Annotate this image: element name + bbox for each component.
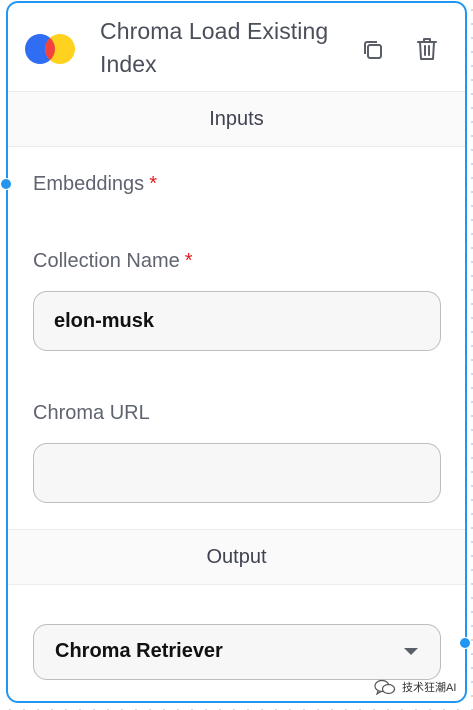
collection-name-input[interactable]	[33, 291, 441, 351]
node-header: Chroma Load Existing Index	[8, 3, 465, 91]
required-marker: *	[184, 250, 193, 272]
watermark: 技术狂潮AI	[374, 679, 456, 695]
chroma-logo-icon	[25, 34, 75, 64]
output-type-selected-value: Chroma Retriever	[55, 640, 223, 662]
trash-icon	[417, 38, 437, 60]
delete-node-button[interactable]	[412, 34, 442, 64]
embeddings-label: Embeddings *	[33, 173, 157, 196]
chroma-url-label-text: Chroma URL	[33, 402, 150, 424]
required-marker: *	[149, 173, 157, 195]
embeddings-label-text: Embeddings	[33, 173, 145, 195]
output-section-header: Output	[8, 529, 465, 585]
output-type-select[interactable]: Chroma Retriever	[33, 624, 441, 680]
chroma-load-existing-index-node[interactable]: Chroma Load Existing Index Inputs Embedd…	[6, 1, 467, 703]
chroma-url-input[interactable]	[33, 443, 441, 503]
node-title: Chroma Load Existing Index	[100, 18, 329, 77]
chroma-url-label: Chroma URL	[33, 402, 150, 425]
collection-name-label-text: Collection Name	[33, 250, 180, 272]
embeddings-input-handle[interactable]	[0, 178, 12, 190]
collection-name-label: Collection Name *	[33, 250, 193, 273]
inputs-section-header: Inputs	[8, 91, 465, 147]
chevron-down-icon	[404, 648, 418, 655]
wechat-icon	[374, 679, 396, 695]
watermark-text: 技术狂潮AI	[402, 682, 457, 694]
output-handle[interactable]	[459, 637, 471, 649]
duplicate-node-button[interactable]	[358, 35, 388, 65]
copy-icon	[364, 41, 382, 59]
flow-canvas[interactable]: Chroma Load Existing Index Inputs Embedd…	[0, 0, 473, 710]
